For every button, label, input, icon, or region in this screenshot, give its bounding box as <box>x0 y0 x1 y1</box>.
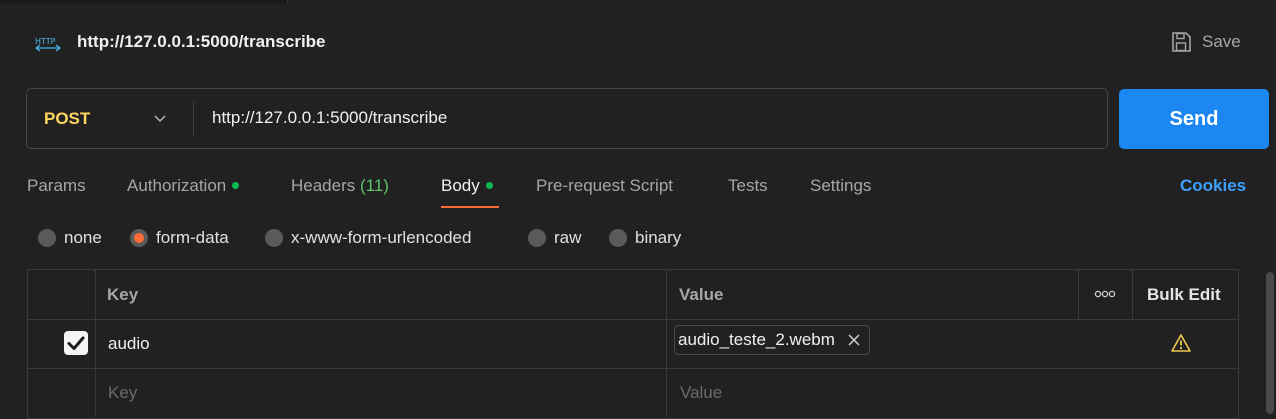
tab-label: Tests <box>728 176 768 195</box>
cookies-link[interactable]: Cookies <box>1180 176 1246 196</box>
send-button[interactable]: Send <box>1119 89 1269 149</box>
key-column-header: Key <box>107 285 139 304</box>
column-divider <box>95 368 96 417</box>
bulk-edit-button[interactable]: Bulk Edit <box>1147 285 1221 305</box>
radio-label: none <box>64 228 102 247</box>
tab-label: Authorization <box>127 176 227 195</box>
file-chip[interactable]: audio_teste_2.webm <box>674 325 870 355</box>
divider <box>193 101 194 137</box>
headers-count: (11) <box>360 176 389 195</box>
radio-label: x-www-form-urlencoded <box>291 228 472 247</box>
radio-button[interactable] <box>528 229 546 247</box>
file-name: audio_teste_2.webm <box>678 330 835 349</box>
column-divider <box>1078 270 1079 319</box>
tab-params[interactable]: Params <box>27 176 86 196</box>
tab-label: Params <box>27 176 86 195</box>
key-cell[interactable]: audio <box>108 334 150 354</box>
request-header: HTTP http://127.0.0.1:5000/transcribe Sa… <box>0 22 1276 62</box>
close-icon[interactable] <box>847 333 861 347</box>
tab-pre-request-script[interactable]: Pre-request Script <box>536 176 673 196</box>
url-input[interactable]: http://127.0.0.1:5000/transcribe <box>212 108 447 128</box>
svg-text:HTTP: HTTP <box>35 37 56 46</box>
radio-binary[interactable]: binary <box>609 228 681 248</box>
value-input[interactable]: Value <box>680 383 722 403</box>
active-tab-indicator <box>441 206 499 208</box>
status-dot <box>485 182 493 190</box>
value-column-header: Value <box>679 285 724 304</box>
chevron-down-icon <box>154 115 166 123</box>
column-divider <box>666 319 667 368</box>
tab-label: Settings <box>810 176 872 195</box>
tab-label: Headers <box>291 176 356 195</box>
request-tabs: Params Authorization Headers (11) Body P… <box>0 172 1276 212</box>
top-border <box>0 0 1276 4</box>
status-dot <box>232 182 240 190</box>
request-title: http://127.0.0.1:5000/transcribe <box>77 32 326 51</box>
top-tab-strip <box>287 0 1276 4</box>
column-divider <box>1132 270 1133 319</box>
tab-headers[interactable]: Headers (11) <box>291 176 389 196</box>
tab-settings[interactable]: Settings <box>810 176 871 196</box>
method-label: POST <box>44 109 91 128</box>
save-label: Save <box>1202 32 1241 51</box>
column-divider <box>666 368 667 417</box>
radio-button[interactable] <box>265 229 283 247</box>
more-options-icon[interactable] <box>1094 289 1116 299</box>
check-icon <box>67 336 85 350</box>
key-input[interactable]: Key <box>108 383 137 403</box>
url-bar: POST http://127.0.0.1:5000/transcribe <box>26 88 1108 149</box>
warning-icon[interactable] <box>1171 333 1191 353</box>
save-icon <box>1172 32 1191 52</box>
http-icon: HTTP <box>35 37 62 52</box>
table-row-empty: Key Value <box>28 368 1238 417</box>
radio-form-data[interactable]: form-data <box>130 228 229 248</box>
tab-authorization[interactable]: Authorization <box>127 176 240 196</box>
tab-label: Body <box>441 176 480 195</box>
tab-tests[interactable]: Tests <box>728 176 768 196</box>
table-row: audio audio_teste_2.webm <box>28 319 1238 369</box>
radio-none[interactable]: none <box>38 228 102 248</box>
save-button[interactable]: Save <box>1170 29 1241 55</box>
vertical-scrollbar[interactable] <box>1266 272 1274 414</box>
column-divider <box>95 270 96 319</box>
column-divider <box>666 270 667 319</box>
radio-label: form-data <box>156 228 229 247</box>
method-select[interactable]: POST <box>27 89 193 148</box>
radio-raw[interactable]: raw <box>528 228 581 248</box>
row-enabled-checkbox[interactable] <box>64 331 88 355</box>
radio-label: binary <box>635 228 682 247</box>
column-divider <box>95 319 96 368</box>
radio-button[interactable] <box>38 229 56 247</box>
radio-button-selected[interactable] <box>130 229 148 247</box>
tab-body[interactable]: Body <box>441 176 493 196</box>
form-data-table: Key Value Bulk Edit audio audio_teste_2.… <box>27 269 1239 419</box>
radio-x-www-form-urlencoded[interactable]: x-www-form-urlencoded <box>265 228 471 248</box>
radio-label: raw <box>554 228 582 247</box>
table-header-row: Key Value Bulk Edit <box>28 270 1238 320</box>
radio-button[interactable] <box>609 229 627 247</box>
tab-label: Pre-request Script <box>536 176 673 195</box>
